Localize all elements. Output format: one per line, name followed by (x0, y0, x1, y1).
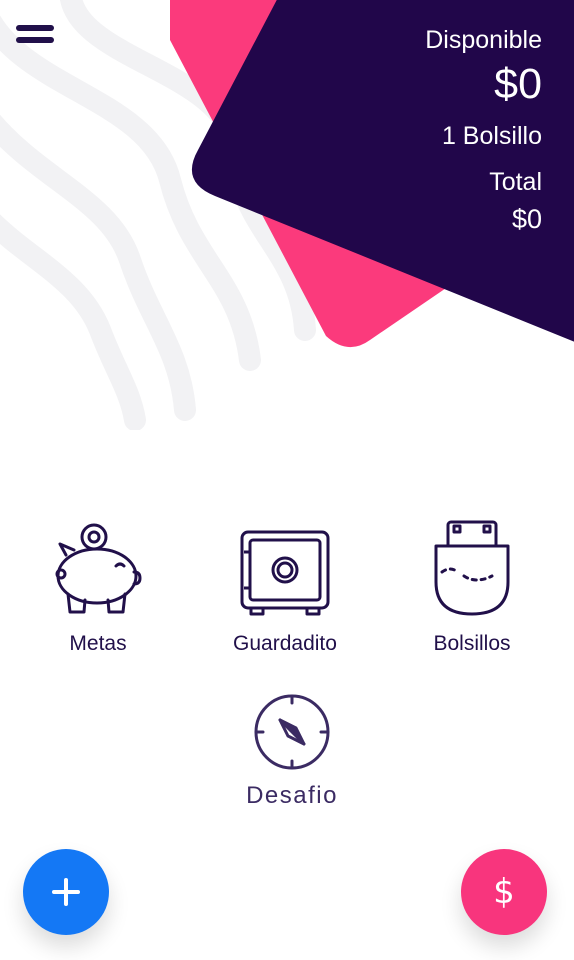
feature-desafio[interactable]: Desafio (212, 692, 372, 810)
pockets-count: 1 Bolsillo (441, 122, 542, 150)
feature-label-guardadito: Guardadito (233, 632, 337, 655)
feature-bolsillos[interactable]: Bolsillos (392, 518, 552, 656)
feature-label-metas: Metas (69, 632, 127, 655)
hamburger-icon (16, 25, 54, 43)
money-button[interactable]: $ (461, 849, 547, 935)
feature-label-desafio: Desafio (246, 782, 338, 809)
menu-button[interactable] (14, 22, 56, 50)
available-label: Disponible (425, 26, 542, 54)
feature-label-bolsillos: Bolsillos (433, 632, 511, 655)
piggy-bank-icon (55, 523, 142, 614)
add-button[interactable] (23, 849, 109, 935)
compass-icon (254, 694, 330, 770)
total-amount: $0 (511, 204, 542, 234)
balance-summary: Disponible $0 1 Bolsillo Total $0 (242, 24, 542, 236)
safe-icon (240, 530, 330, 616)
pocket-icon (434, 520, 510, 616)
available-amount: $0 (494, 60, 542, 108)
total-label: Total (489, 168, 542, 196)
feature-guardadito[interactable]: Guardadito (205, 522, 365, 656)
dollar-icon: $ (493, 872, 515, 912)
feature-metas[interactable]: Metas (18, 522, 178, 656)
